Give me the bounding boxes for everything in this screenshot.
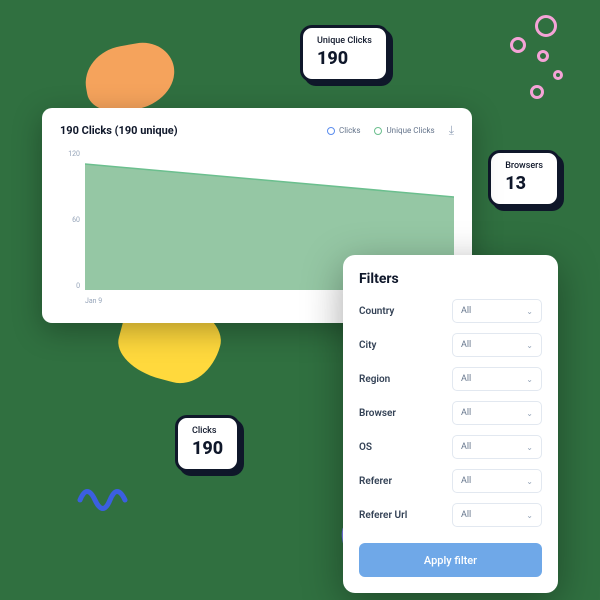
filters-title: Filters: [359, 271, 542, 287]
stat-value: 13: [505, 173, 543, 194]
select-value: All: [461, 510, 471, 520]
stat-card-unique-clicks: Unique Clicks 190: [300, 25, 389, 82]
y-axis: 120 60 0: [60, 150, 80, 290]
chart-legend: Clicks Unique Clicks ⤓: [327, 123, 454, 138]
legend-marker-icon: [327, 127, 335, 135]
stat-card-browsers: Browsers 13: [488, 150, 560, 207]
filters-card: Filters Country All ⌄ City All ⌄ Region …: [343, 255, 558, 593]
filter-select-os[interactable]: All ⌄: [452, 435, 542, 459]
chart-title: 190 Clicks (190 unique): [60, 124, 178, 137]
filter-select-browser[interactable]: All ⌄: [452, 401, 542, 425]
chevron-down-icon: ⌄: [526, 409, 533, 418]
chevron-down-icon: ⌄: [526, 375, 533, 384]
select-value: All: [461, 374, 471, 384]
filter-label: OS: [359, 442, 372, 453]
filter-label: City: [359, 340, 376, 351]
stat-card-clicks: Clicks 190: [175, 415, 240, 472]
filter-select-city[interactable]: All ⌄: [452, 333, 542, 357]
filter-label: Referer: [359, 476, 392, 487]
y-tick: 60: [60, 216, 80, 224]
download-icon[interactable]: ⤓: [449, 123, 454, 138]
chevron-down-icon: ⌄: [526, 341, 533, 350]
filter-label: Referer Url: [359, 510, 407, 521]
decorative-blob-orange: [80, 38, 180, 118]
legend-label: Clicks: [339, 126, 360, 135]
stat-label: Unique Clicks: [317, 36, 372, 46]
filter-select-referer-url[interactable]: All ⌄: [452, 503, 542, 527]
filter-select-referer[interactable]: All ⌄: [452, 469, 542, 493]
filter-select-region[interactable]: All ⌄: [452, 367, 542, 391]
decorative-squiggle: [75, 475, 135, 520]
filter-row-country: Country All ⌄: [359, 299, 542, 323]
stat-label: Browsers: [505, 161, 543, 171]
filter-row-browser: Browser All ⌄: [359, 401, 542, 425]
select-value: All: [461, 476, 471, 486]
filter-select-country[interactable]: All ⌄: [452, 299, 542, 323]
filter-row-region: Region All ⌄: [359, 367, 542, 391]
chevron-down-icon: ⌄: [526, 443, 533, 452]
chevron-down-icon: ⌄: [526, 477, 533, 486]
stat-label: Clicks: [192, 426, 223, 436]
x-axis: Jan 9: [85, 297, 102, 305]
filter-row-os: OS All ⌄: [359, 435, 542, 459]
legend-marker-icon: [374, 127, 382, 135]
stat-value: 190: [317, 48, 372, 69]
chevron-down-icon: ⌄: [526, 511, 533, 520]
chevron-down-icon: ⌄: [526, 307, 533, 316]
filter-row-referer: Referer All ⌄: [359, 469, 542, 493]
filter-label: Browser: [359, 408, 396, 419]
legend-item-clicks: Clicks: [327, 126, 360, 135]
select-value: All: [461, 408, 471, 418]
select-value: All: [461, 340, 471, 350]
filter-label: Region: [359, 374, 390, 385]
stat-value: 190: [192, 438, 223, 459]
legend-label: Unique Clicks: [386, 126, 434, 135]
y-tick: 120: [60, 150, 80, 158]
decorative-dots: [505, 15, 580, 100]
y-tick: 0: [60, 282, 80, 290]
filter-row-city: City All ⌄: [359, 333, 542, 357]
select-value: All: [461, 442, 471, 452]
select-value: All: [461, 306, 471, 316]
apply-filter-button[interactable]: Apply filter: [359, 543, 542, 577]
x-tick: Jan 9: [85, 297, 102, 305]
legend-item-unique: Unique Clicks: [374, 126, 434, 135]
filter-label: Country: [359, 306, 394, 317]
filter-row-referer-url: Referer Url All ⌄: [359, 503, 542, 527]
chart-header: 190 Clicks (190 unique) Clicks Unique Cl…: [60, 123, 454, 138]
